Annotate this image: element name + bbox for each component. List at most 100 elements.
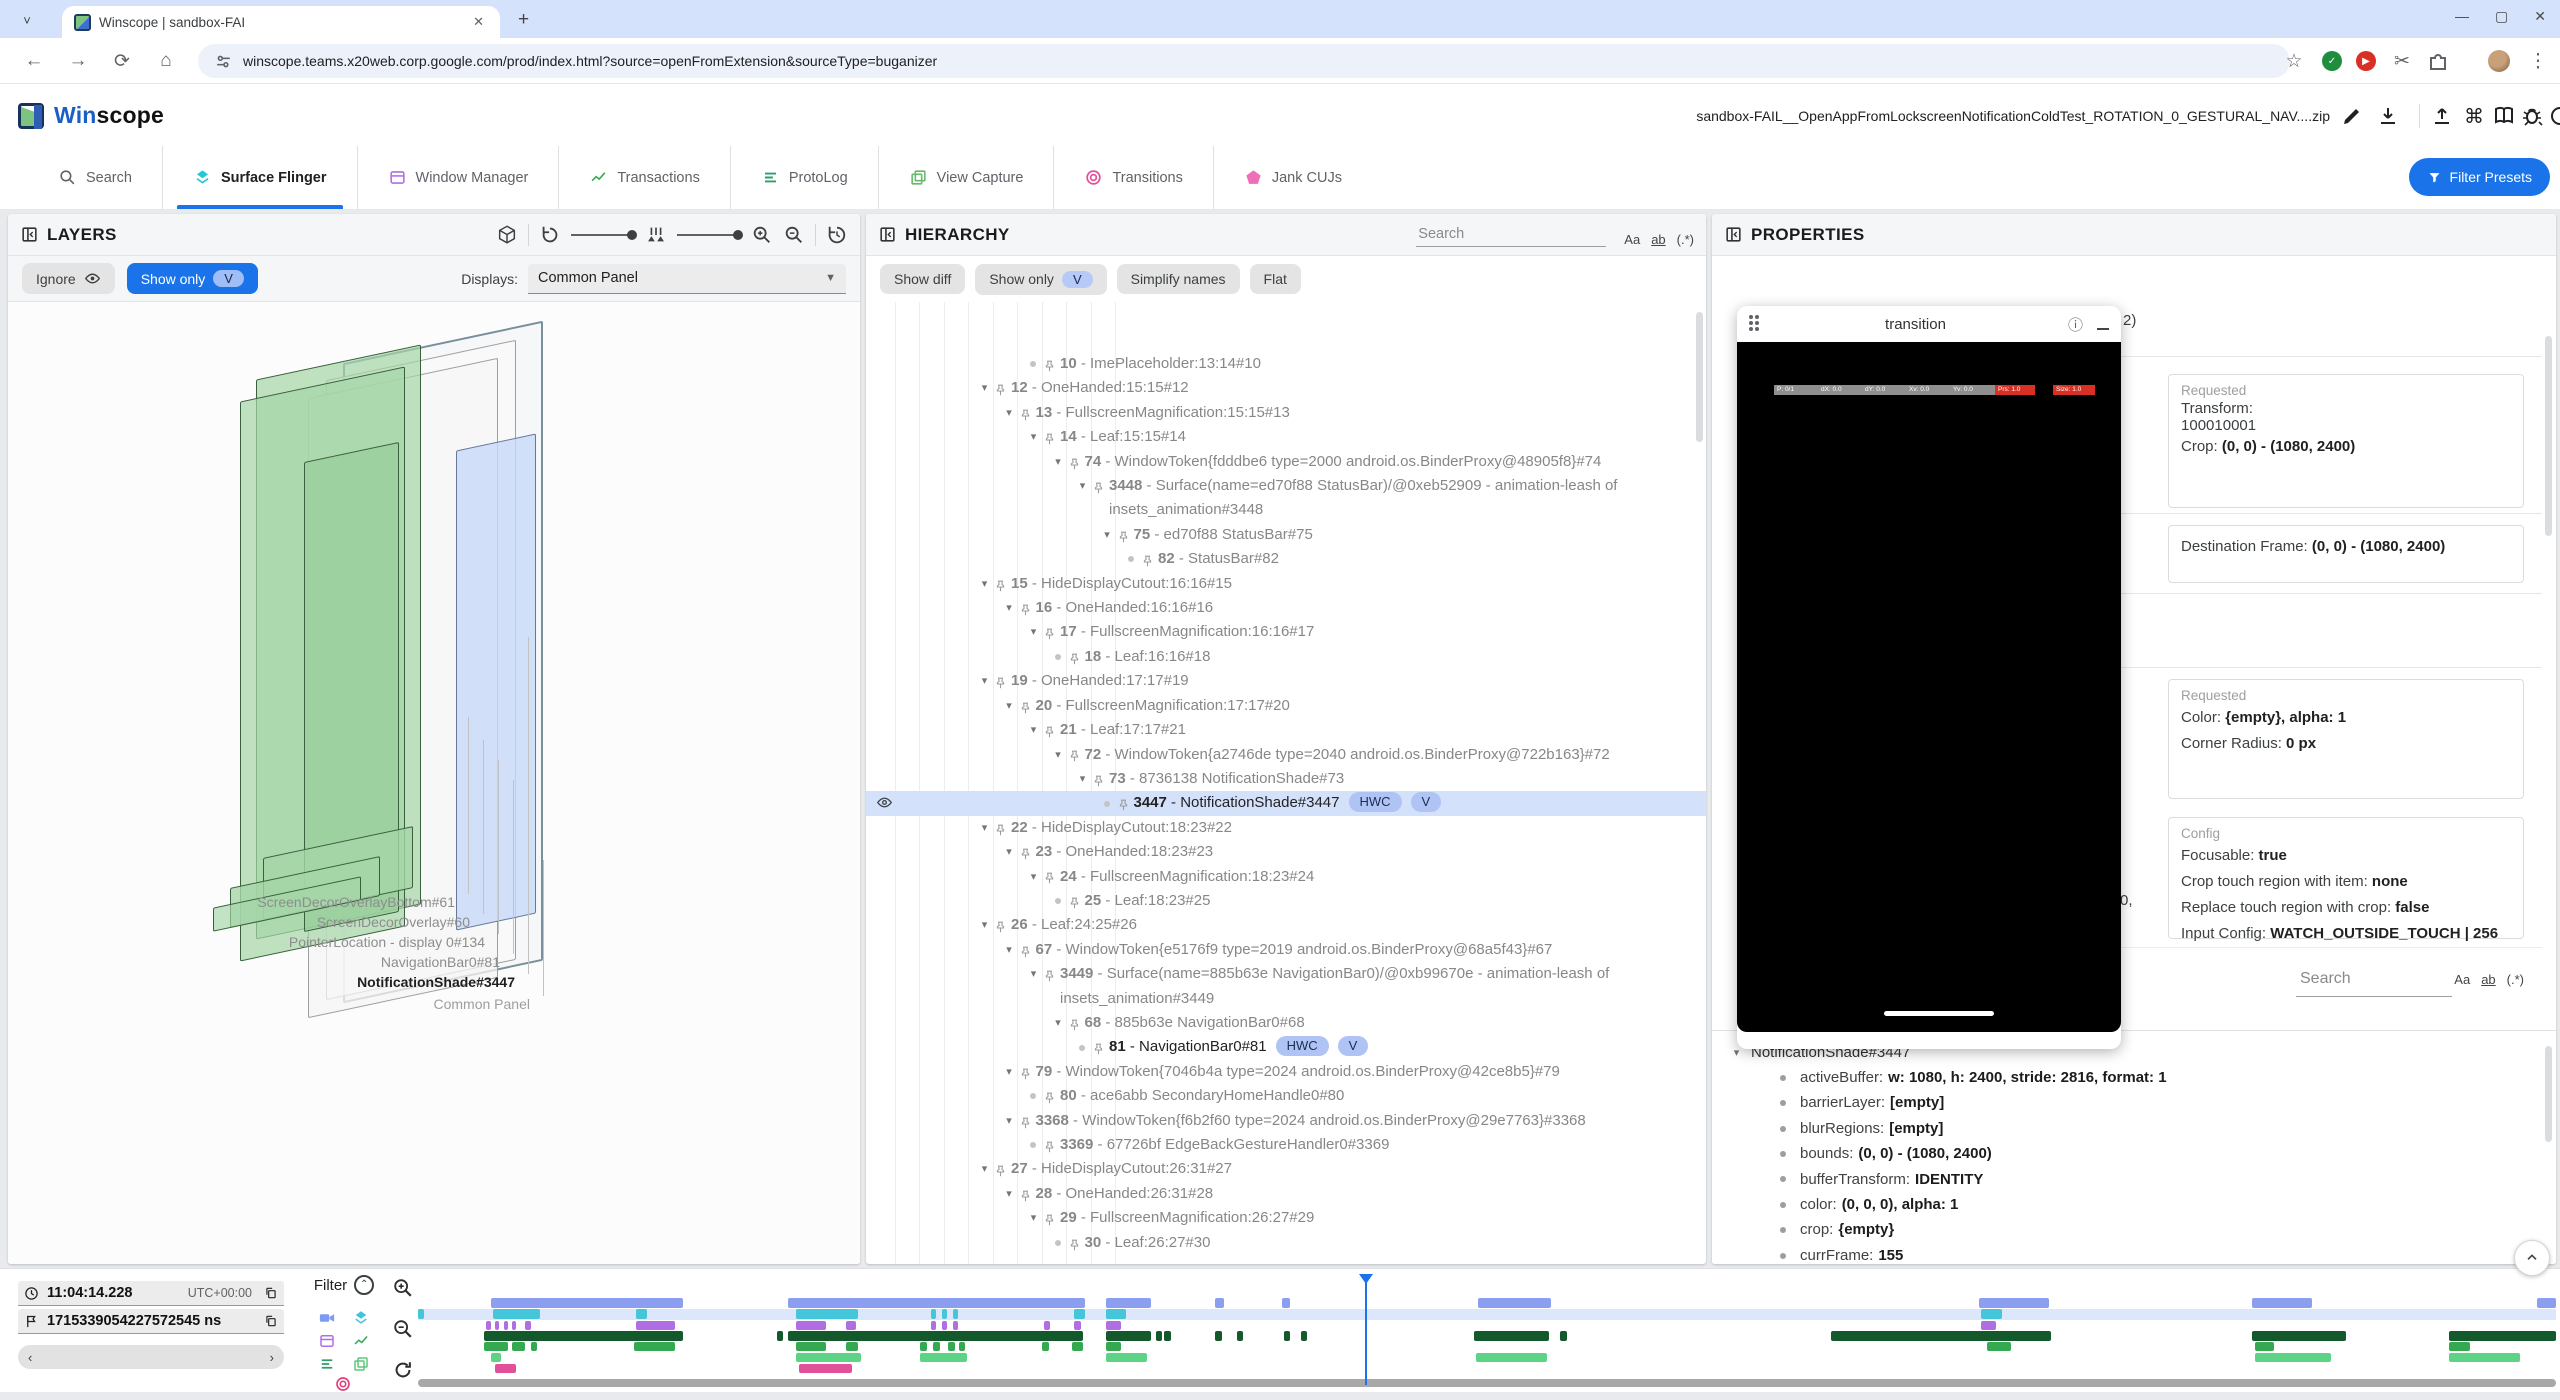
ns-timestamp-value[interactable]: 1715339054227572545 ns <box>47 1313 221 1329</box>
tree-node-16[interactable]: ▾16 - OneHanded:16:16#16 <box>866 596 1706 620</box>
back-icon[interactable]: ← <box>22 49 46 73</box>
tree-node-19[interactable]: ▾19 - OneHanded:17:17#19 <box>866 669 1706 693</box>
track-window-manager-segment[interactable] <box>1044 1321 1049 1330</box>
expand-arrow-icon[interactable]: ▾ <box>1001 1109 1018 1133</box>
track-window-manager-segment[interactable] <box>1981 1321 1996 1330</box>
track-transactions-segment[interactable] <box>1156 1331 1162 1341</box>
visibility-eye-icon[interactable] <box>876 794 893 811</box>
track-transitions-segment[interactable] <box>495 1364 516 1373</box>
hierarchy-search-input[interactable]: Search <box>1416 222 1606 247</box>
track-protolog-segment[interactable] <box>634 1342 675 1351</box>
track-surface-flinger-segment[interactable] <box>1106 1309 1125 1319</box>
pin-icon[interactable] <box>993 823 1008 838</box>
report-bug-icon[interactable] <box>2520 104 2544 128</box>
timeline-tracks[interactable] <box>418 1269 2556 1393</box>
track-protolog-segment[interactable] <box>512 1342 525 1351</box>
expand-arrow-icon[interactable]: ▾ <box>1050 743 1067 767</box>
track-transactions-segment[interactable] <box>1301 1331 1307 1341</box>
track-transactions-segment[interactable] <box>1284 1331 1290 1341</box>
track-transactions-segment[interactable] <box>1831 1331 2051 1341</box>
pin-icon[interactable] <box>1042 432 1057 447</box>
track-window-manager-segment[interactable] <box>486 1321 490 1330</box>
pin-icon[interactable] <box>993 383 1008 398</box>
track-protolog-segment[interactable] <box>2449 1342 2470 1351</box>
tree-node-10[interactable]: 10 - ImePlaceholder:13:14#10 <box>866 352 1706 376</box>
pin-icon[interactable] <box>993 676 1008 691</box>
tree-node-3369[interactable]: 3369 - 67726bf EdgeBackGestureHandler0#3… <box>866 1133 1706 1157</box>
tree-node-22[interactable]: ▾22 - HideDisplayCutout:18:23#22 <box>866 816 1706 840</box>
track-protolog-segment[interactable] <box>846 1342 859 1351</box>
tab-transactions[interactable]: Transactions <box>558 146 729 209</box>
tab-search-button[interactable]: ˅ <box>12 7 42 33</box>
track-screen-recording-segment[interactable] <box>491 1298 683 1308</box>
track-transactions-segment[interactable] <box>2449 1331 2556 1341</box>
track-protolog-segment[interactable] <box>1042 1342 1048 1351</box>
pin-icon[interactable] <box>993 1164 1008 1179</box>
pin-icon[interactable] <box>1042 725 1057 740</box>
tree-node-21[interactable]: ▾21 - Leaf:17:17#21 <box>866 718 1706 742</box>
pin-icon[interactable] <box>1018 701 1033 716</box>
pin-icon[interactable] <box>1042 1140 1057 1155</box>
tree-node-79[interactable]: ▾79 - WindowToken{7046b4a type=2024 andr… <box>866 1060 1706 1084</box>
window-minimize-button[interactable]: — <box>2455 8 2469 25</box>
expand-arrow-icon[interactable]: ▾ <box>1025 865 1042 889</box>
tree-node-81[interactable]: 81 - NavigationBar0#81HWCV <box>866 1035 1706 1059</box>
expand-arrow-icon[interactable]: ▾ <box>976 572 993 596</box>
layers-3d-view[interactable]: ScreenDecorOverlayBottom#61ScreenDecorOv… <box>8 302 860 1264</box>
expand-arrow-icon[interactable]: ▾ <box>1025 718 1042 742</box>
collapse-panel-icon[interactable] <box>20 225 39 244</box>
track-window-manager-segment[interactable] <box>504 1321 508 1330</box>
tab-protolog[interactable]: ProtoLog <box>730 146 878 209</box>
tree-node-73[interactable]: ▾73 - 8736138 NotificationShade#73 <box>866 767 1706 791</box>
pin-icon[interactable] <box>1116 798 1131 813</box>
track-transactions-segment[interactable] <box>1474 1331 1549 1341</box>
pin-icon[interactable] <box>1067 652 1082 667</box>
hierarchy-tree[interactable]: 10 - ImePlaceholder:13:14#10▾12 - OneHan… <box>866 302 1706 1264</box>
url-bar[interactable]: winscope.teams.x20web.corp.google.com/pr… <box>198 44 2290 78</box>
rotation-slider[interactable] <box>571 234 635 236</box>
track-transactions-segment[interactable] <box>1560 1331 1567 1341</box>
track-transitions-segment[interactable] <box>799 1364 852 1373</box>
expand-arrow-icon[interactable]: ▾ <box>1001 401 1018 425</box>
expand-arrow-icon[interactable]: ▾ <box>1025 620 1042 644</box>
track-transactions-segment[interactable] <box>1237 1331 1243 1341</box>
home-icon[interactable]: ⌂ <box>154 49 178 73</box>
tree-node-28[interactable]: ▾28 - OneHanded:26:31#28 <box>866 1182 1706 1206</box>
track-screen-recording-segment[interactable] <box>1282 1298 1291 1308</box>
pin-icon[interactable] <box>1091 774 1106 789</box>
track-protolog-segment[interactable] <box>2255 1342 2274 1351</box>
new-tab-button[interactable]: + <box>518 9 529 31</box>
track-protolog-segment[interactable] <box>959 1342 965 1351</box>
timestamp-value[interactable]: 11:04:14.228 <box>47 1285 132 1301</box>
pin-icon[interactable] <box>1018 603 1033 618</box>
track-surface-flinger-segment[interactable] <box>942 1309 947 1319</box>
window-maximize-button[interactable]: ▢ <box>2495 8 2508 25</box>
expand-arrow-icon[interactable]: ▾ <box>1001 1060 1018 1084</box>
pin-icon[interactable] <box>1042 871 1057 886</box>
browser-menu-icon[interactable]: ⋮ <box>2526 49 2550 73</box>
track-window-manager-segment[interactable] <box>525 1321 531 1330</box>
tree-node-12[interactable]: ▾12 - OneHanded:15:15#12 <box>866 376 1706 400</box>
track-view-capture-segment[interactable] <box>1106 1353 1147 1362</box>
track-view-capture-segment[interactable] <box>920 1353 967 1362</box>
track-protolog-segment[interactable] <box>933 1342 939 1351</box>
reload-icon[interactable]: ⟳ <box>110 49 134 73</box>
extension-green-icon[interactable]: ✓ <box>2322 51 2342 71</box>
tree-node-13[interactable]: ▾13 - FullscreenMagnification:15:15#13 <box>866 401 1706 425</box>
property-item[interactable]: activeBuffer:w: 1080, h: 2400, stride: 2… <box>1728 1065 2556 1090</box>
pin-icon[interactable] <box>1042 359 1057 374</box>
displays-dropdown[interactable]: Common Panel ▼ <box>528 264 846 294</box>
match-word-icon[interactable]: ab <box>2481 972 2495 987</box>
scroll-left-icon[interactable]: ‹ <box>28 1350 32 1365</box>
track-window-manager-segment[interactable] <box>846 1321 857 1330</box>
properties-tree[interactable]: ▾NotificationShade#3447 activeBuffer:w: … <box>1712 1030 2556 1264</box>
zoom-in-icon[interactable] <box>392 1277 414 1299</box>
view-capture-icon[interactable] <box>352 1355 370 1373</box>
tree-node-26[interactable]: ▾26 - Leaf:24:25#26 <box>866 913 1706 937</box>
expand-arrow-icon[interactable]: ▾ <box>976 669 993 693</box>
profile-avatar[interactable] <box>2488 50 2510 72</box>
transition-window-header[interactable]: transition ⓘ <box>1737 306 2121 342</box>
protolog-icon[interactable] <box>318 1355 336 1373</box>
track-transactions-segment[interactable] <box>1164 1331 1170 1341</box>
screen-recording-icon[interactable] <box>318 1309 336 1327</box>
